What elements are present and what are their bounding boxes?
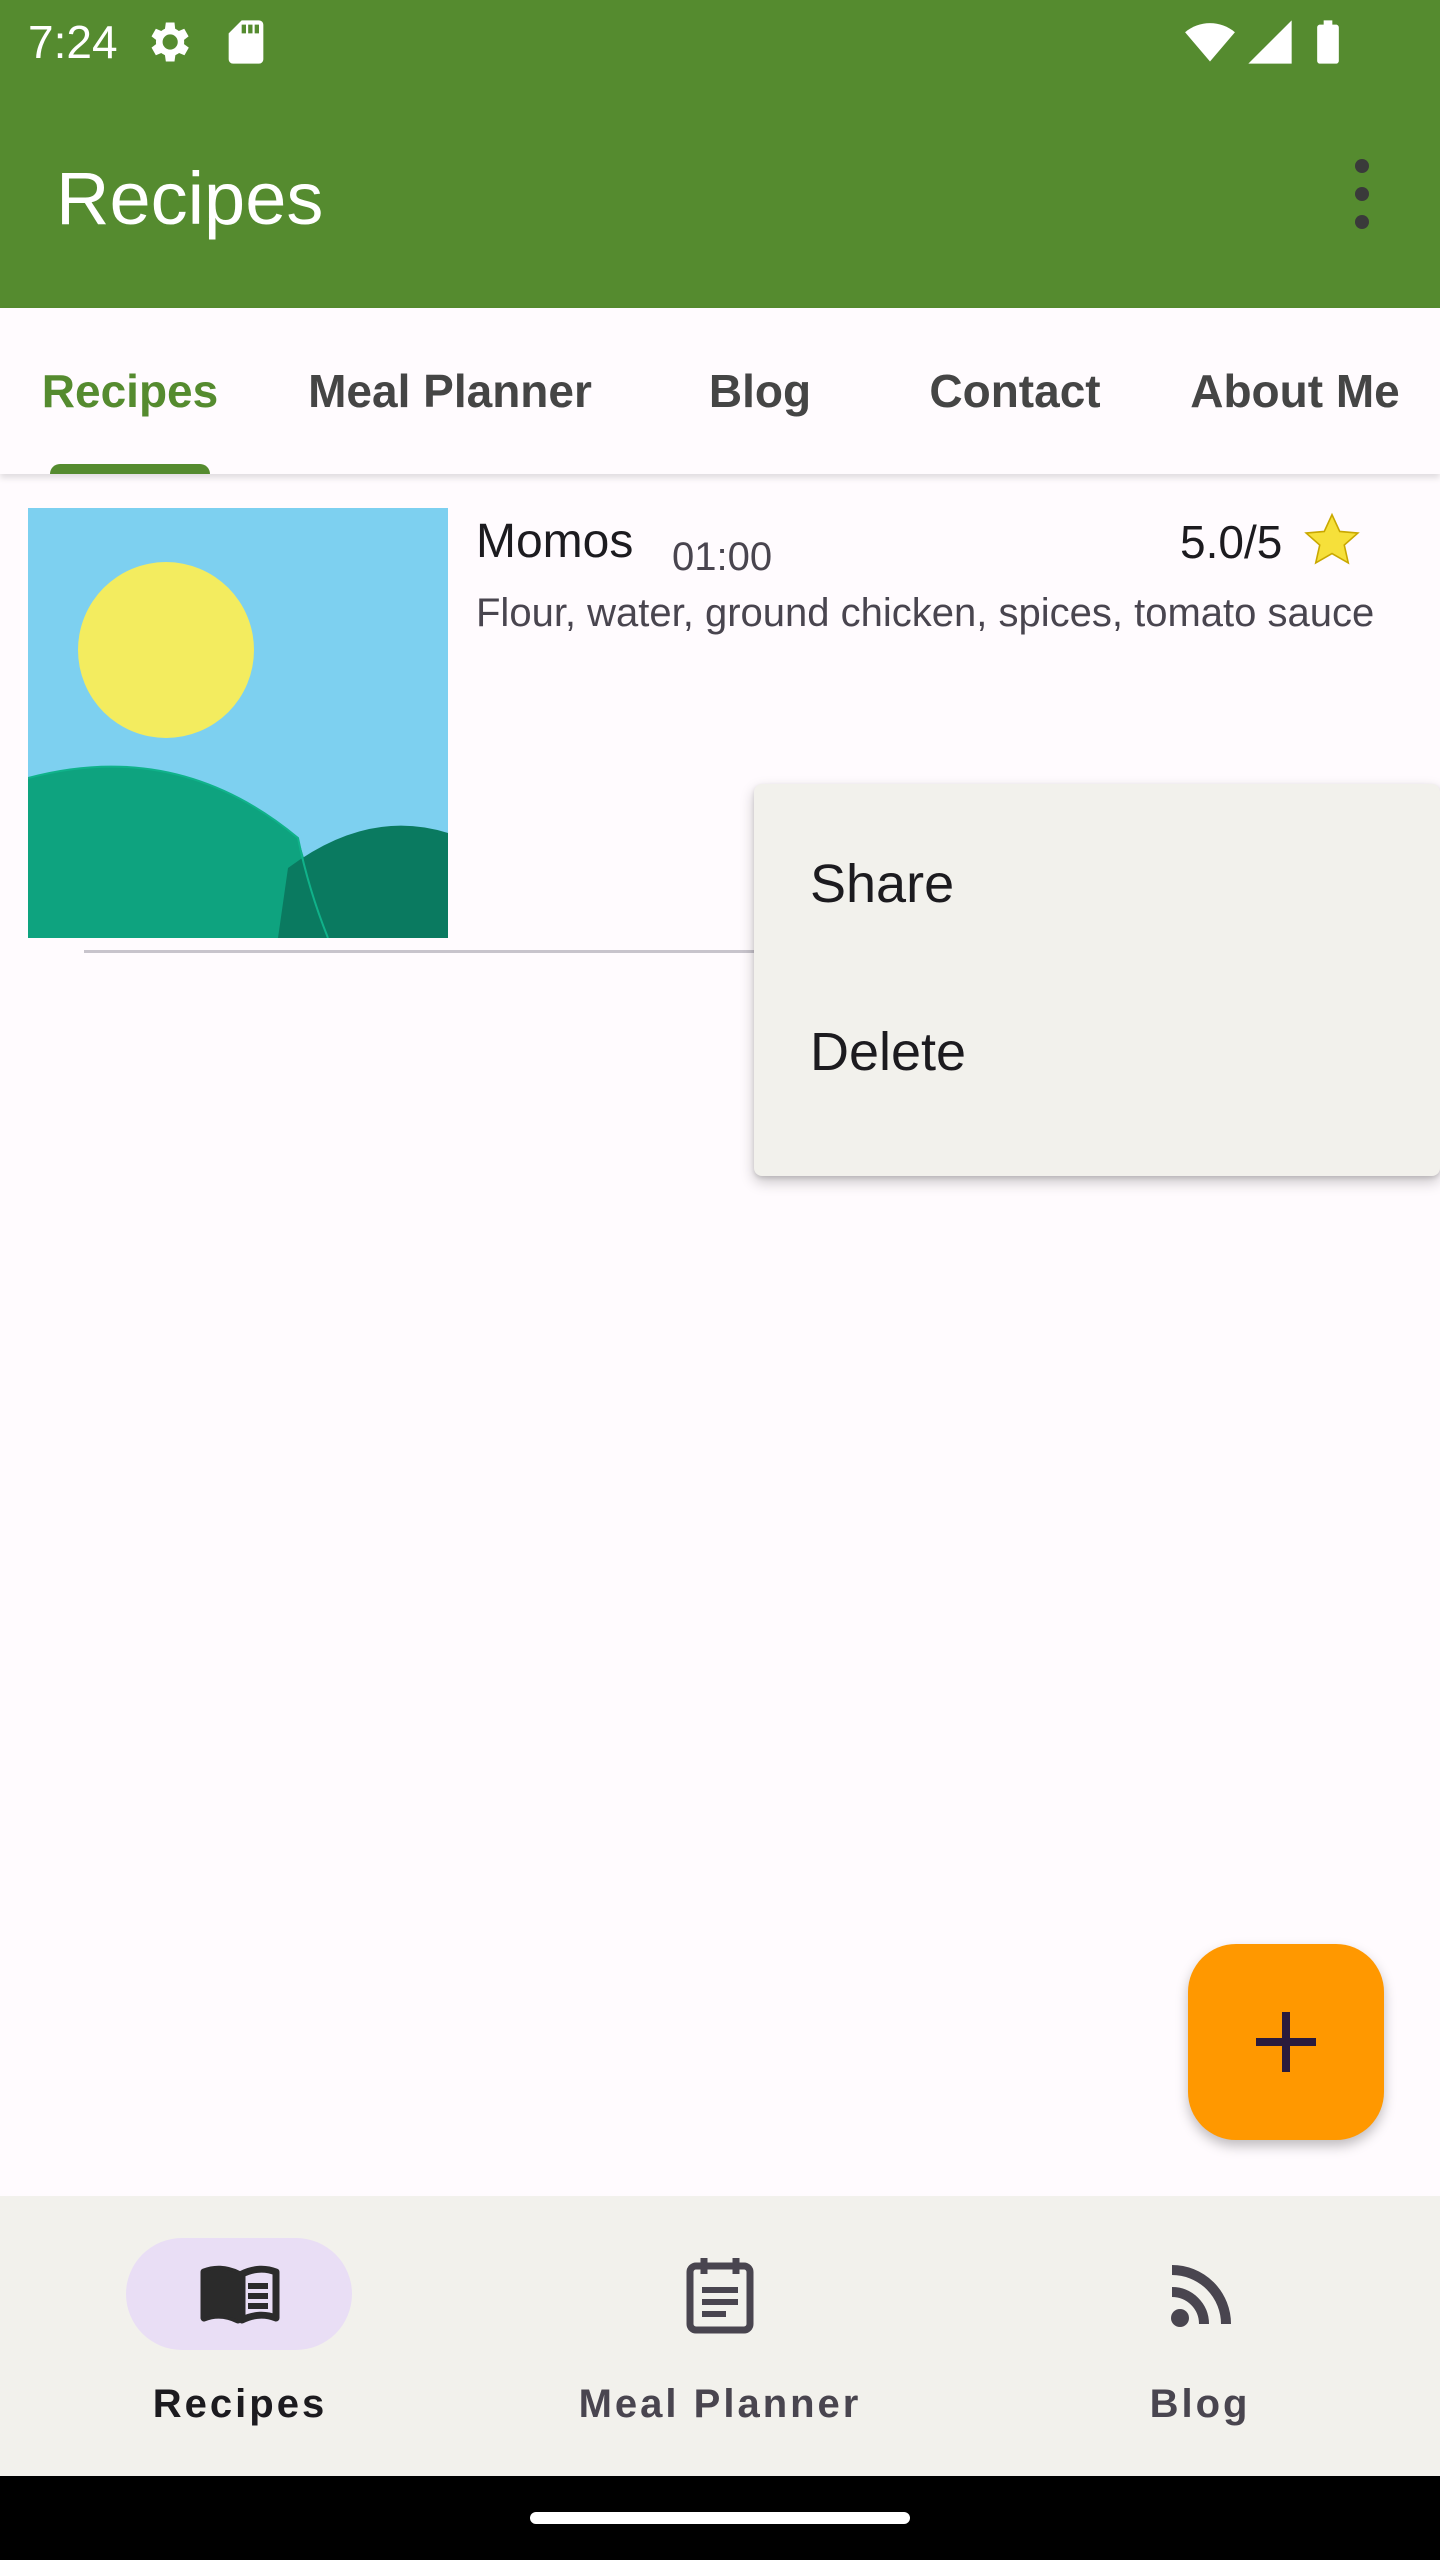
tab-label: About Me [1190,365,1400,417]
settings-gear-icon [151,22,189,62]
context-menu: Share Delete [754,784,1440,1176]
tab-blog[interactable]: Blog [660,308,860,474]
recipe-rating: 5.0/5 [1180,516,1283,568]
status-bar: 7:24 [0,0,1440,84]
book-icon [200,2265,280,2324]
nav-item-meal-planner[interactable]: Meal Planner [480,2196,960,2476]
nav-label: Blog [1149,2382,1251,2426]
nav-item-blog[interactable]: Blog [960,2196,1440,2476]
cell-signal-icon [1248,20,1292,64]
recipe-time: 01:00 [672,535,773,579]
menu-item-delete[interactable]: Delete [754,968,1440,1136]
tab-bar: Recipes Meal Planner Blog Contact About … [0,308,1440,474]
tab-label: Contact [929,365,1101,417]
nav-label: Recipes [152,2382,328,2426]
app-bar: Recipes [0,84,1440,308]
wifi-icon [1185,23,1235,62]
recipe-ingredients: Flour, water, ground chicken, spices, to… [476,591,1375,635]
rss-feed-icon [1171,2265,1231,2327]
tab-label: Blog [708,365,812,417]
nav-label: Meal Planner [578,2382,862,2426]
bottom-nav: Recipes Meal Planner Blog [0,2196,1440,2476]
tab-indicator [50,464,210,474]
battery-icon [1317,20,1339,64]
tab-label: Meal Planner [308,365,592,417]
placeholder-landscape-image [28,508,448,938]
tab-label: Recipes [41,365,219,417]
home-gesture-handle[interactable] [530,2512,910,2524]
menu-item-label: Share [810,854,955,914]
sd-card-icon [228,20,264,64]
status-time: 7:24 [28,16,118,68]
nav-item-recipes[interactable]: Recipes [0,2196,480,2476]
more-vert-icon [1355,159,1369,229]
recipe-name: Momos [476,515,634,568]
tab-about-me[interactable]: About Me [1170,308,1420,474]
app-title: Recipes [56,157,324,240]
menu-item-label: Delete [810,1022,967,1082]
tab-meal-planner[interactable]: Meal Planner [290,308,610,474]
add-recipe-button[interactable] [1188,1944,1384,2140]
calendar-note-icon [686,2258,754,2334]
tab-contact[interactable]: Contact [900,308,1130,474]
tab-recipes[interactable]: Recipes [20,308,240,474]
overflow-menu-button[interactable] [1330,154,1394,234]
menu-item-share[interactable]: Share [754,800,1440,968]
recipe-image [28,508,448,938]
add-icon [1256,2012,1316,2072]
star-icon [1304,512,1360,565]
system-gesture-bar [0,2476,1440,2560]
